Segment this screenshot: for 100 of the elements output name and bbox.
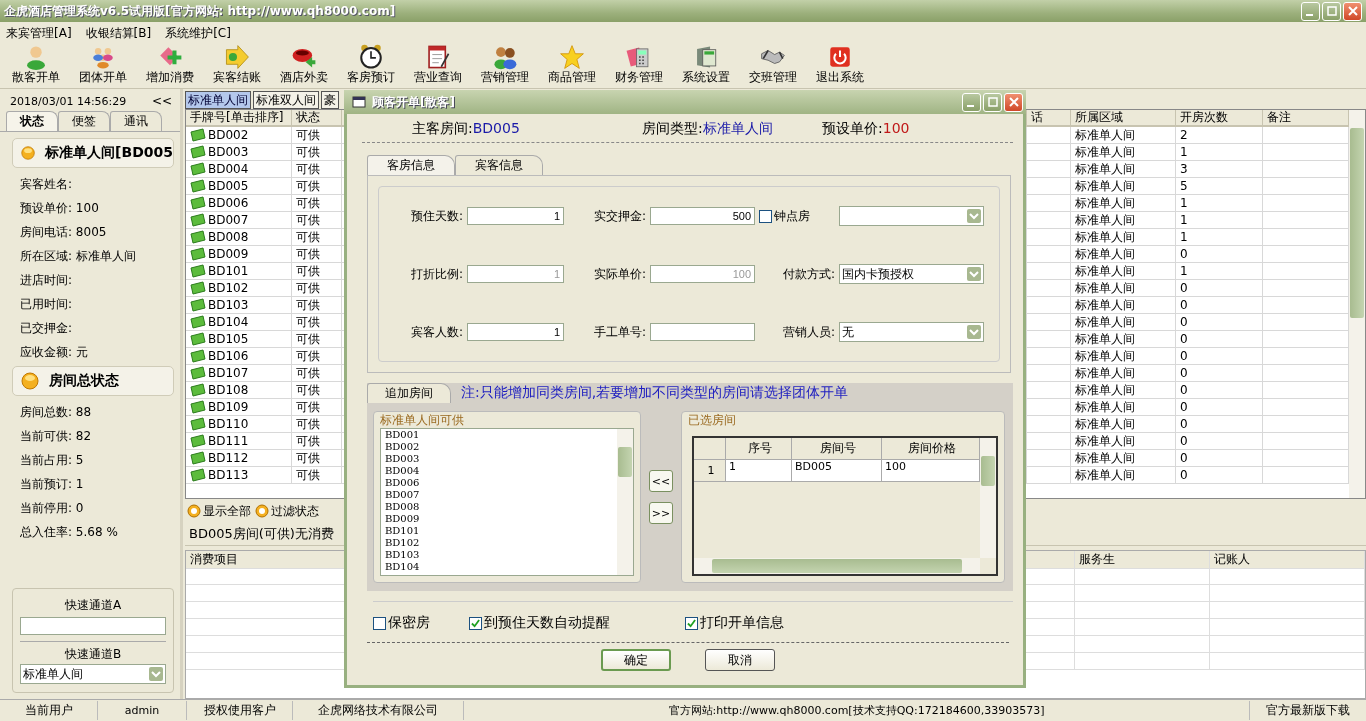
list-item[interactable]: BD001 — [385, 429, 617, 441]
panel-tab[interactable]: 状态 — [6, 111, 58, 131]
room-type-tab[interactable]: 标准双人间 — [253, 91, 319, 109]
table-cell: 标准单人间 — [1071, 144, 1176, 161]
checkbox[interactable]: 钟点房 — [759, 207, 835, 225]
info-text: 房间总数: 88 — [19, 404, 93, 421]
dialog-button[interactable]: 取消 — [705, 649, 775, 671]
column-header[interactable]: 所属区域 — [1071, 110, 1176, 127]
list-item[interactable]: BD003 — [385, 453, 617, 465]
list-item[interactable]: BD008 — [385, 501, 617, 513]
menu-item[interactable]: 收银结算[B] — [85, 24, 152, 42]
input-field[interactable]: 500 — [650, 207, 755, 225]
move-button[interactable]: >> — [649, 502, 673, 524]
book-icon — [190, 434, 206, 448]
toolbar-button[interactable]: 营销管理 — [471, 44, 538, 86]
table-cell: 可供 — [292, 297, 342, 314]
checkbox[interactable]: 到预住天数自动提醒 — [469, 614, 685, 632]
dropdown[interactable]: 国内卡预授权 — [839, 264, 984, 284]
quick-access-field[interactable] — [20, 617, 166, 635]
status-text: 当前用户 — [0, 701, 98, 720]
dialog-button[interactable]: 确定 — [601, 649, 671, 671]
field-label: 预住天数: — [409, 207, 463, 225]
list-item[interactable]: BD102 — [385, 537, 617, 549]
list-item[interactable]: BD103 — [385, 549, 617, 561]
close-button[interactable] — [1343, 1, 1362, 21]
collapse-button[interactable]: << — [151, 94, 172, 108]
minimize-button[interactable] — [1301, 1, 1320, 21]
column-header[interactable]: 服务生 — [1075, 551, 1210, 569]
table-cell: 标准单人间 — [1071, 212, 1176, 229]
table-cell: 可供 — [292, 314, 342, 331]
toolbar-button[interactable]: 散客开单 — [2, 44, 69, 86]
book-icon — [190, 417, 206, 431]
toolbar-button[interactable]: 酒店外卖 — [270, 44, 337, 86]
table-cell: BD111 — [208, 434, 249, 448]
column-header[interactable]: 手牌号[单击排序] — [186, 110, 292, 127]
section-tab[interactable]: 追加房间 — [367, 383, 451, 403]
radio-icon — [255, 504, 269, 518]
table-cell: BD105 — [208, 332, 249, 346]
move-button[interactable]: << — [649, 470, 673, 492]
panel-tab[interactable]: 通讯 — [110, 111, 162, 131]
group-label: 已选房间 — [688, 412, 737, 428]
close-button[interactable] — [1004, 92, 1023, 112]
menu-item[interactable]: 来宾管理[A] — [6, 24, 72, 42]
list-item[interactable]: BD006 — [385, 477, 617, 489]
list-item[interactable]: BD009 — [385, 513, 617, 525]
quick-access-dropdown[interactable]: 标准单人间 — [20, 664, 166, 684]
toolbar-button[interactable]: 系统设置 — [672, 44, 739, 86]
column-header[interactable]: 状态 — [292, 110, 342, 127]
info-label: 主客房间: — [412, 120, 473, 138]
toolbar-button[interactable]: 增加消费 — [136, 44, 203, 86]
checkbox[interactable]: 保密房 — [373, 614, 469, 632]
minimize-button[interactable] — [962, 92, 981, 112]
input-field[interactable]: 1 — [467, 207, 564, 225]
book-icon — [190, 468, 206, 482]
list-item[interactable]: BD007 — [385, 489, 617, 501]
list-item[interactable]: BD101 — [385, 525, 617, 537]
table-cell: 0 — [1176, 467, 1263, 484]
menu-item[interactable]: 系统维护[C] — [165, 24, 231, 42]
filter-button[interactable]: 显示全部 — [187, 502, 251, 520]
scrollbar[interactable] — [694, 558, 980, 574]
dropdown[interactable]: 无 — [839, 322, 984, 342]
table-cell: 可供 — [292, 144, 342, 161]
table-cell: BD112 — [208, 451, 249, 465]
toolbar-button[interactable]: 财务管理 — [605, 44, 672, 86]
form-tab[interactable]: 宾客信息 — [455, 155, 543, 175]
dropdown[interactable] — [839, 206, 984, 226]
column-header[interactable]: 开房次数 — [1176, 110, 1263, 127]
toolbar-button[interactable]: 营业查询 — [404, 44, 471, 86]
info-text: 当前占用: 5 — [19, 452, 85, 469]
column-header[interactable]: 话 — [1027, 110, 1071, 127]
toolbar-button[interactable]: 交班管理 — [739, 44, 806, 86]
toolbar-button[interactable]: 团体开单 — [69, 44, 136, 86]
scrollbar[interactable] — [1349, 110, 1365, 498]
list-item[interactable]: BD002 — [385, 441, 617, 453]
maximize-button[interactable] — [983, 92, 1002, 112]
list-item[interactable]: BD004 — [385, 465, 617, 477]
input-field[interactable] — [650, 323, 755, 341]
scrollbar[interactable] — [617, 429, 633, 575]
toolbar-button[interactable]: 宾客结账 — [203, 44, 270, 86]
toolbar-button[interactable]: 商品管理 — [538, 44, 605, 86]
toolbar-button[interactable]: 退出系统 — [806, 44, 873, 86]
field-label: 手工单号: — [592, 323, 646, 341]
book-icon — [190, 383, 206, 397]
panel-tab[interactable]: 便签 — [58, 111, 110, 131]
input-field[interactable]: 1 — [467, 323, 564, 341]
form-tab[interactable]: 客房信息 — [367, 155, 455, 175]
column-header[interactable]: 备注 — [1263, 110, 1349, 127]
column-header[interactable]: 记账人 — [1210, 551, 1365, 569]
checkbox[interactable]: 打印开单信息 — [685, 614, 784, 632]
table-cell: 标准单人间 — [1071, 416, 1176, 433]
toolbar-button[interactable]: 客房预订 — [337, 44, 404, 86]
room-type-tab[interactable]: 豪 — [321, 91, 339, 109]
filter-button[interactable]: 过滤状态 — [255, 502, 319, 520]
room-type-tab[interactable]: 标准单人间 — [185, 91, 251, 109]
list-item[interactable]: BD104 — [385, 561, 617, 573]
info-text: 房间电话: 8005 — [19, 224, 108, 241]
scrollbar[interactable] — [980, 438, 996, 558]
maximize-button[interactable] — [1322, 1, 1341, 21]
group-label: 标准单人间可供 — [380, 412, 465, 428]
table-cell: BD008 — [208, 230, 249, 244]
